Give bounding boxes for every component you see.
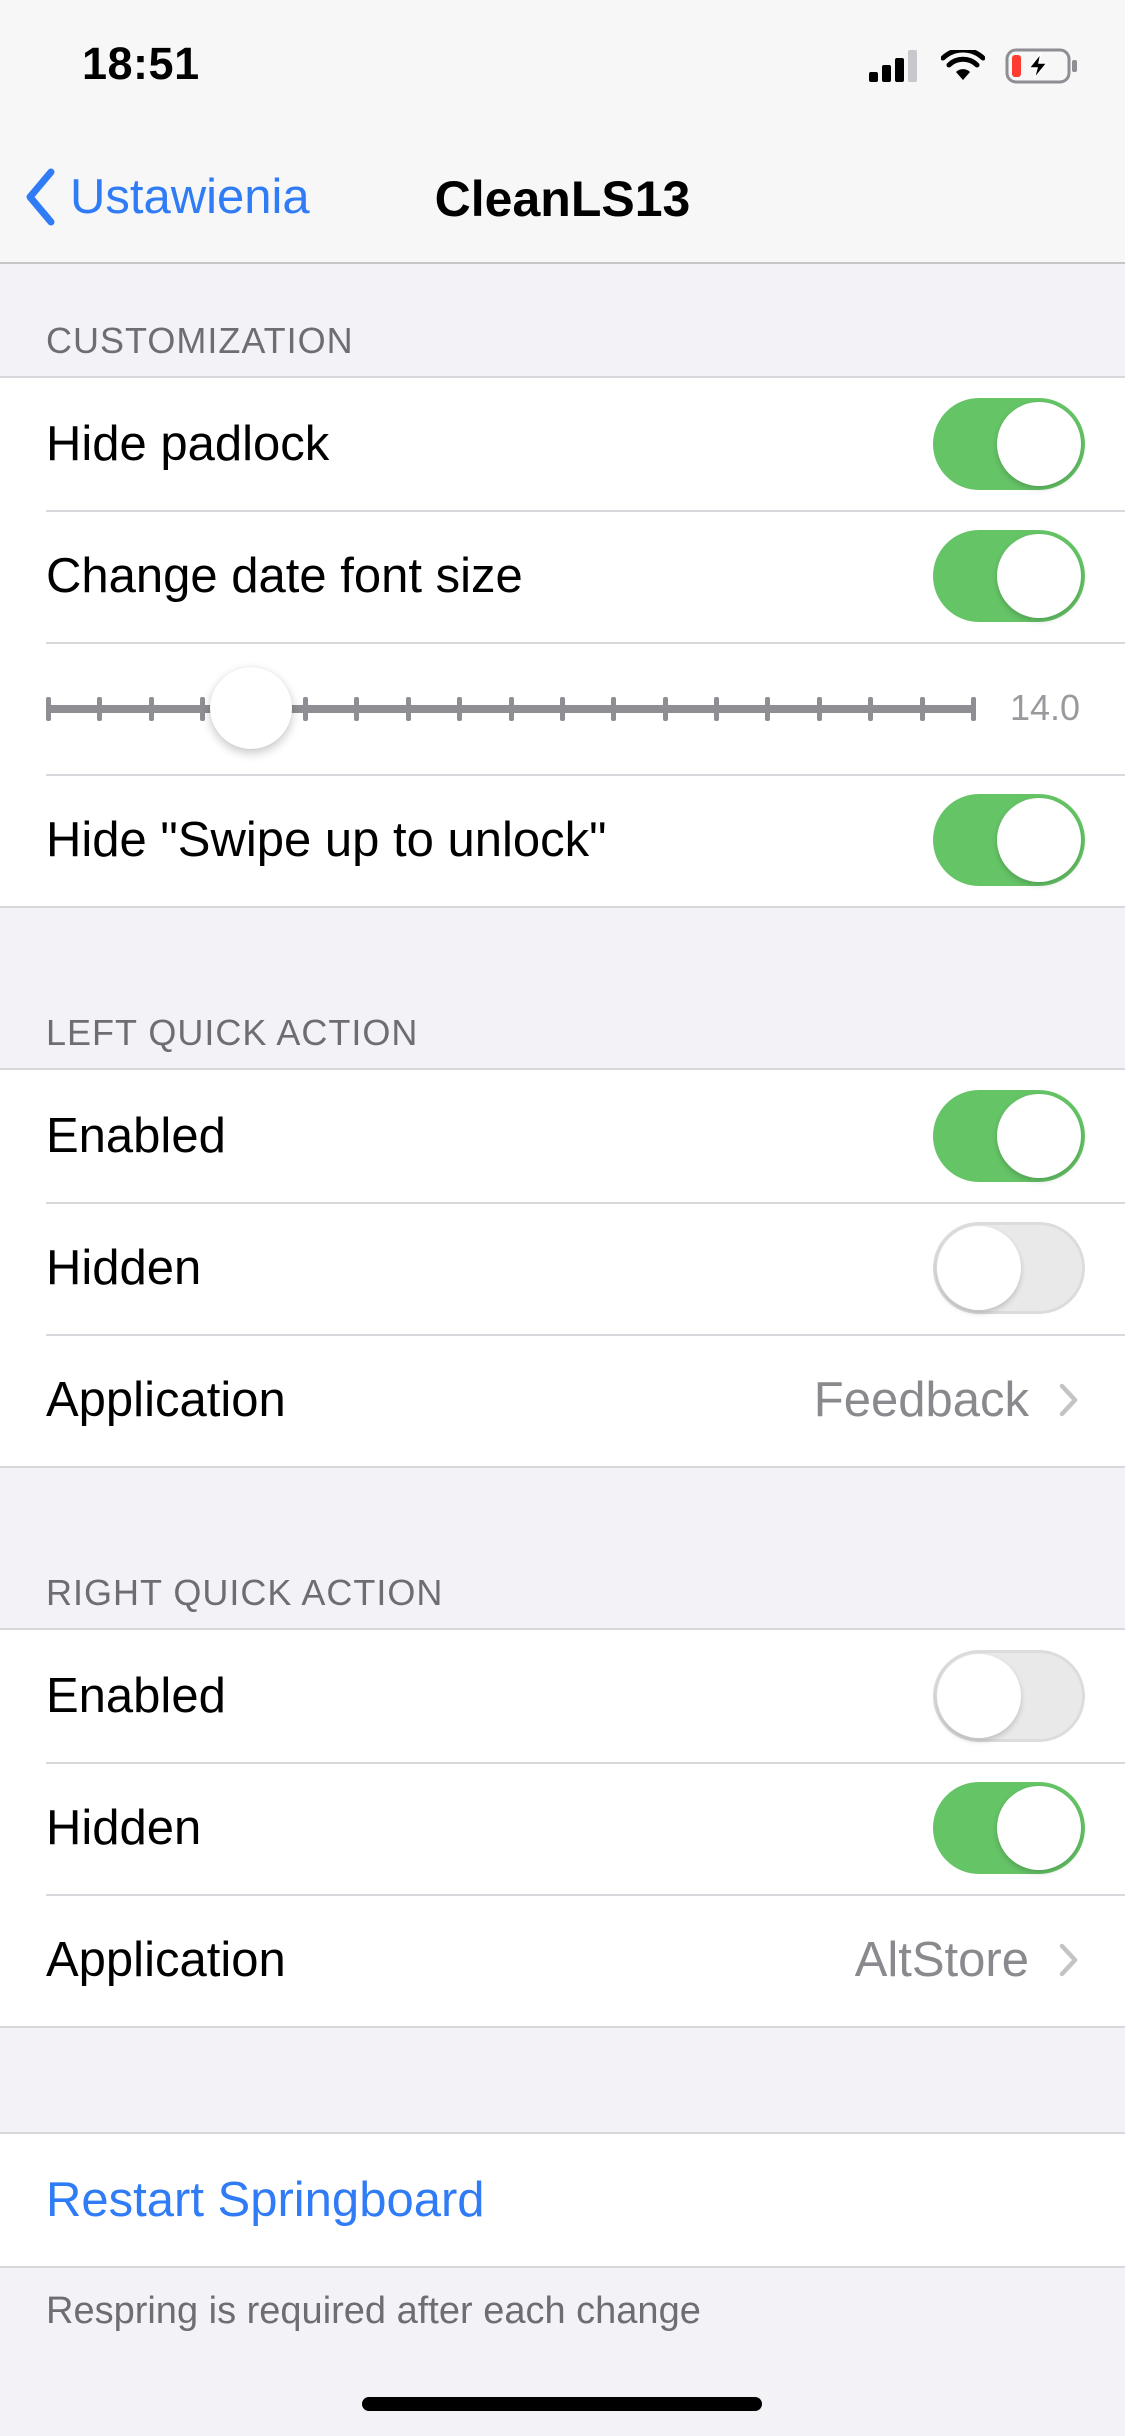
row-right-hidden: Hidden <box>0 1762 1125 1894</box>
settings-content: CUSTOMIZATION Hide padlock Change date f… <box>0 264 1125 2333</box>
slider-tick <box>714 697 720 721</box>
slider-tick <box>816 697 822 721</box>
page-title: CleanLS13 <box>434 171 691 227</box>
toggle-knob <box>997 402 1081 486</box>
row-value: Feedback <box>813 1373 1029 1427</box>
row-left-hidden: Hidden <box>0 1202 1125 1334</box>
row-label: Hidden <box>46 1801 202 1855</box>
status-time: 18:51 <box>82 38 200 89</box>
row-label: Hide padlock <box>46 417 330 471</box>
row-left-application[interactable]: Application Feedback <box>0 1334 1125 1466</box>
status-bar: 18:51 <box>0 0 1125 132</box>
battery-charging-icon <box>1005 48 1077 84</box>
slider-tick <box>765 697 771 721</box>
left-hidden-toggle[interactable] <box>933 1222 1085 1314</box>
slider-tick <box>559 697 565 721</box>
row-hide-swipe-up: Hide "Swipe up to unlock" <box>0 774 1125 906</box>
font-size-slider[interactable] <box>46 667 976 749</box>
left-enabled-toggle[interactable] <box>933 1090 1085 1182</box>
row-right-application[interactable]: Application AltStore <box>0 1894 1125 2026</box>
slider-tick <box>200 697 206 721</box>
slider-tick <box>354 697 360 721</box>
group-customization: Hide padlock Change date font size 14.0 … <box>0 376 1125 908</box>
group-left-quick-action: Enabled Hidden Application Feedback <box>0 1068 1125 1468</box>
slider-tick <box>919 697 925 721</box>
respring-note: Respring is required after each change <box>46 2290 701 2332</box>
group-right-quick-action: Enabled Hidden Application AltStore <box>0 1628 1125 2028</box>
slider-tick <box>611 697 617 721</box>
slider-tick <box>405 697 411 721</box>
row-label: Change date font size <box>46 549 523 603</box>
slider-tick <box>457 697 463 721</box>
row-label: Hide "Swipe up to unlock" <box>46 813 607 867</box>
chevron-right-icon <box>1059 1383 1078 1417</box>
status-icons <box>869 48 1079 84</box>
slider-tick <box>46 697 51 721</box>
section-header-right-quick-action: RIGHT QUICK ACTION <box>46 1572 444 1613</box>
toggle-knob <box>997 534 1081 618</box>
toggle-knob <box>937 1654 1021 1738</box>
group-respring: Restart Springboard <box>0 2132 1125 2268</box>
restart-springboard-button[interactable]: Restart Springboard <box>0 2134 1125 2266</box>
slider-tick <box>302 697 308 721</box>
toggle-knob <box>997 798 1081 882</box>
section-header-customization: CUSTOMIZATION <box>46 320 354 361</box>
hide-padlock-toggle[interactable] <box>933 398 1085 490</box>
row-font-size-slider: 14.0 <box>0 642 1125 774</box>
row-value: AltStore <box>854 1933 1029 1987</box>
slider-tick <box>508 697 514 721</box>
slider-tick <box>148 697 154 721</box>
row-right-enabled: Enabled <box>0 1630 1125 1762</box>
row-hide-padlock: Hide padlock <box>0 378 1125 510</box>
toggle-knob <box>997 1094 1081 1178</box>
toggle-knob <box>997 1786 1081 1870</box>
row-label: Application <box>46 1373 286 1427</box>
row-label: Enabled <box>46 1669 226 1723</box>
row-label: Application <box>46 1933 286 1987</box>
row-label: Enabled <box>46 1109 226 1163</box>
slider-tick <box>662 697 668 721</box>
navigation-bar: Ustawienia CleanLS13 <box>0 132 1125 264</box>
home-indicator <box>362 2397 762 2411</box>
right-hidden-toggle[interactable] <box>933 1782 1085 1874</box>
slider-tick <box>97 697 103 721</box>
row-left-enabled: Enabled <box>0 1070 1125 1202</box>
row-change-date-font-size: Change date font size <box>0 510 1125 642</box>
toggle-knob <box>937 1226 1021 1310</box>
row-label: Hidden <box>46 1241 202 1295</box>
right-enabled-toggle[interactable] <box>933 1650 1085 1742</box>
chevron-right-icon <box>1059 1943 1078 1977</box>
section-header-left-quick-action: LEFT QUICK ACTION <box>46 1012 419 1053</box>
slider-thumb[interactable] <box>209 667 292 749</box>
slider-tick <box>971 697 976 721</box>
cellular-signal-icon <box>869 50 917 82</box>
slider-tick <box>868 697 874 721</box>
hide-swipe-up-toggle[interactable] <box>933 794 1085 886</box>
wifi-icon <box>941 50 985 80</box>
slider-value-label: 14.0 <box>1010 687 1080 728</box>
change-date-font-size-toggle[interactable] <box>933 530 1085 622</box>
